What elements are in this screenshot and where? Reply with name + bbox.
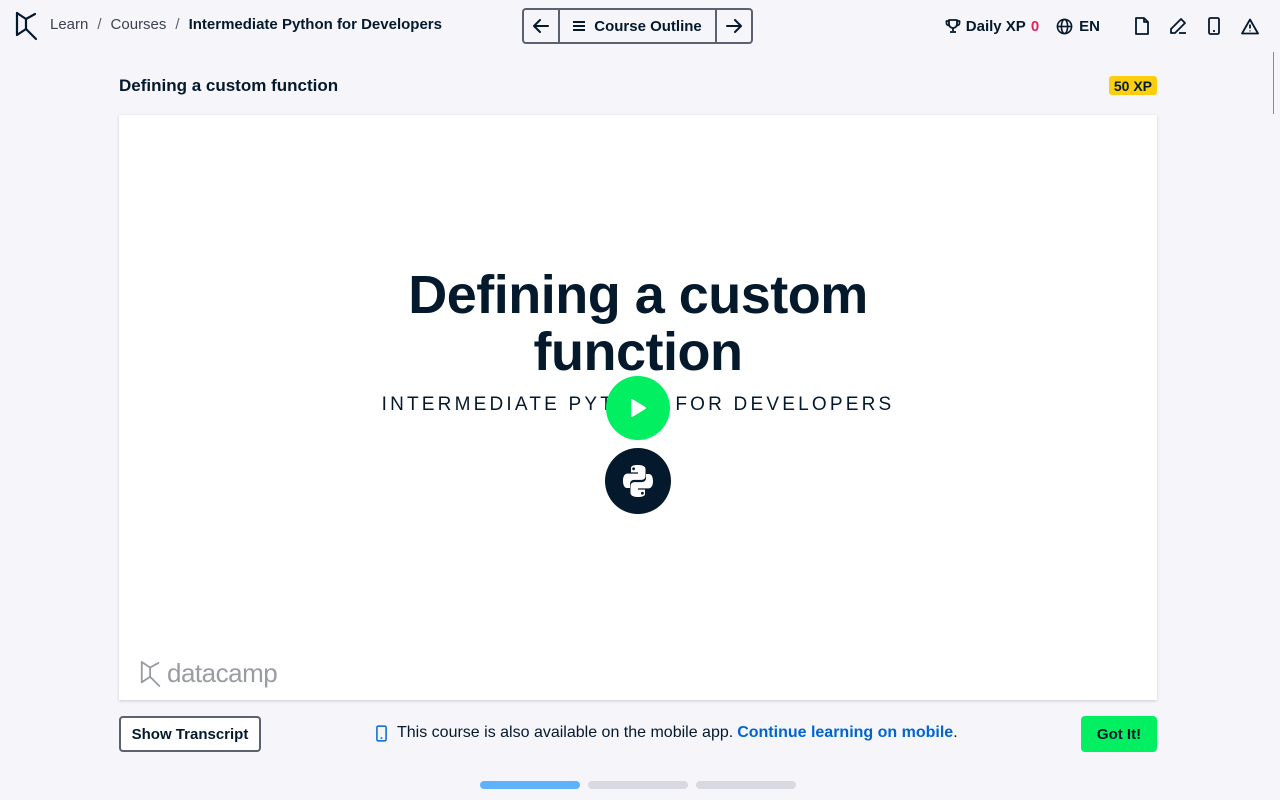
course-outline-button[interactable]: Course Outline	[560, 10, 715, 42]
play-icon	[631, 399, 646, 417]
continue-on-mobile-link[interactable]: Continue learning on mobile	[737, 724, 953, 742]
video-player[interactable]: Defining a custom function INTERMEDIATE …	[119, 115, 1157, 700]
header-tools: Daily XP 0 EN	[945, 14, 1260, 38]
warning-icon	[1241, 18, 1259, 34]
mobile-notice-text: This course is also available on the mob…	[397, 724, 734, 741]
breadcrumb-separator: /	[97, 16, 102, 33]
file-button[interactable]	[1132, 16, 1152, 36]
file-icon	[1135, 17, 1149, 35]
top-bar: Learn / Courses / Intermediate Python fo…	[0, 0, 1280, 52]
slide-title-line: function	[533, 322, 743, 382]
breadcrumb-current-course[interactable]: Intermediate Python for Developers	[189, 16, 442, 33]
breadcrumb-courses[interactable]: Courses	[111, 16, 167, 33]
datacamp-watermark: datacamp	[139, 658, 278, 689]
language-selector[interactable]: EN	[1056, 18, 1100, 35]
scrollbar[interactable]	[1272, 0, 1280, 800]
mobile-button[interactable]	[1204, 16, 1224, 36]
datacamp-logo[interactable]	[14, 11, 40, 41]
python-logo-icon	[623, 465, 653, 497]
breadcrumb-learn[interactable]: Learn	[50, 16, 88, 33]
progress-segment[interactable]	[588, 781, 688, 789]
menu-icon	[573, 21, 586, 31]
mobile-app-notice: This course is also available on the mob…	[376, 724, 958, 742]
exercise-progress	[480, 781, 796, 789]
watermark-text: datacamp	[167, 658, 278, 688]
got-it-button[interactable]: Got It!	[1081, 716, 1157, 752]
daily-xp-label: Daily XP	[965, 17, 1026, 35]
breadcrumb: Learn / Courses / Intermediate Python fo…	[50, 16, 442, 33]
trophy-icon	[945, 19, 961, 33]
arrow-right-icon	[726, 19, 742, 33]
language-label: EN	[1079, 17, 1100, 35]
scrollbar-thumb[interactable]	[1273, 52, 1279, 114]
arrow-left-icon	[533, 19, 549, 33]
edit-button[interactable]	[1168, 16, 1188, 36]
progress-segment[interactable]	[480, 781, 580, 789]
report-issue-button[interactable]	[1240, 16, 1260, 36]
datacamp-logo-icon	[140, 660, 161, 687]
play-button[interactable]	[606, 376, 670, 440]
exercise-title: Defining a custom function	[119, 76, 339, 95]
edit-icon	[1170, 18, 1186, 34]
course-outline-nav: Course Outline	[522, 8, 753, 44]
show-transcript-button[interactable]: Show Transcript	[119, 716, 261, 752]
breadcrumb-separator: /	[175, 16, 180, 33]
mobile-icon	[1208, 17, 1220, 35]
progress-segment[interactable]	[696, 781, 796, 789]
daily-xp-value: 0	[1030, 17, 1040, 35]
globe-icon	[1056, 18, 1073, 34]
next-exercise-button[interactable]	[715, 10, 751, 42]
xp-badge: 50 XP	[1108, 76, 1157, 95]
previous-exercise-button[interactable]	[524, 10, 560, 42]
python-logo-badge	[605, 448, 671, 514]
mobile-notice-suffix: .	[953, 724, 958, 741]
slide-title-line: Defining a custom	[408, 265, 868, 325]
slide-title: Defining a custom function	[119, 267, 1157, 381]
course-outline-label: Course Outline	[594, 17, 702, 35]
daily-xp[interactable]: Daily XP 0	[945, 18, 1039, 35]
mobile-icon	[376, 724, 387, 742]
